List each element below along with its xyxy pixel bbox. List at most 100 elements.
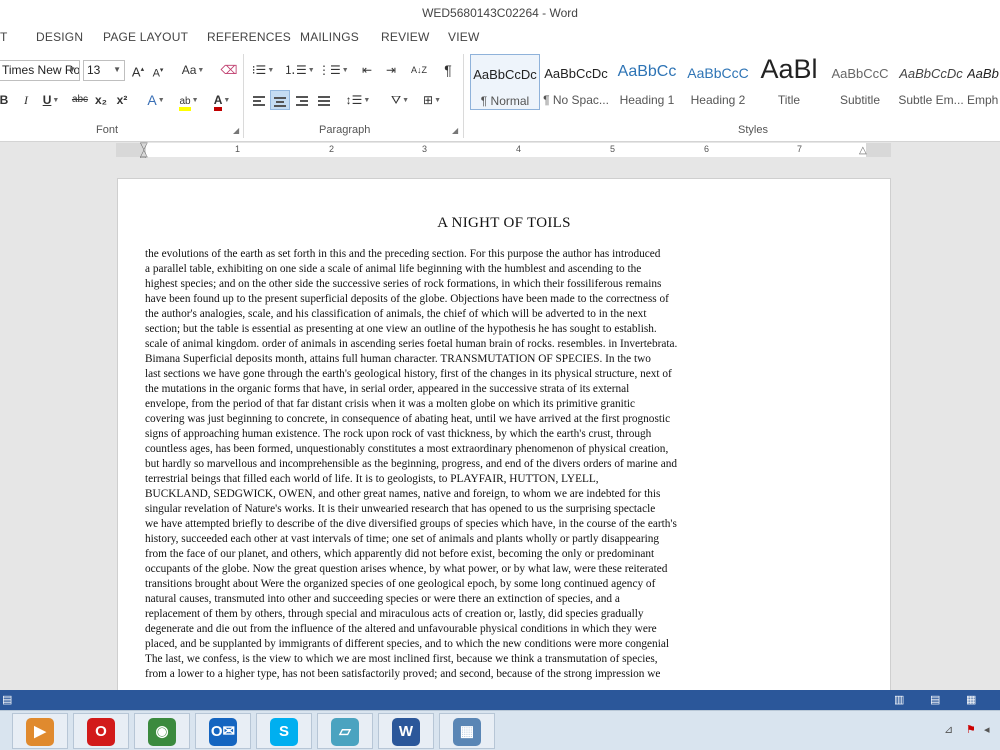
document-line: singular revelation of Nature's works. I… xyxy=(145,503,656,515)
borders-button[interactable]: ⊞▼ xyxy=(418,90,446,110)
shading-button[interactable]: ⛛▼ xyxy=(386,90,414,110)
document-body[interactable]: the evolutions of the earth as set forth… xyxy=(145,247,745,682)
window-title: WED5680143C02264 - Word xyxy=(422,6,578,20)
line-spacing-icon: ↕☰ xyxy=(345,93,363,107)
group-divider xyxy=(243,54,244,138)
style-title[interactable]: AaBl Title xyxy=(754,54,824,110)
chevron-down-icon: ▼ xyxy=(68,65,76,74)
paragraph-dialog-launcher-icon[interactable]: ◢ xyxy=(452,126,458,135)
multilevel-list-button[interactable]: ⋮☰▼ xyxy=(318,60,349,80)
document-line: occupants of the globe. Now the great qu… xyxy=(145,563,668,575)
network-icon[interactable]: ⊿ xyxy=(944,723,953,737)
taskbar-app-opera[interactable]: O xyxy=(73,713,129,749)
italic-button[interactable]: I xyxy=(20,90,32,110)
style-preview: AaBbCcDc xyxy=(544,66,608,81)
security-alert-icon[interactable]: ⚑ xyxy=(966,723,976,737)
increase-indent-icon: ⇥ xyxy=(385,63,397,77)
document-area[interactable]: A NIGHT OF TOILS the evolutions of the e… xyxy=(0,158,1000,690)
taskbar-app-photos[interactable]: ▦ xyxy=(439,713,495,749)
document-line: but hardly so marvellous and incomprehen… xyxy=(145,458,678,470)
bullets-button[interactable]: ⁝☰▼ xyxy=(250,60,276,80)
align-left-button[interactable] xyxy=(250,90,268,110)
font-color-button[interactable]: A▼ xyxy=(208,90,236,111)
horizontal-ruler[interactable]: ▽△□ 1 2 3 4 5 6 7 △ xyxy=(116,142,891,166)
tab-review[interactable]: REVIEW xyxy=(381,30,430,44)
font-size-value: 13 xyxy=(87,63,101,77)
document-line: have been found up to the present superf… xyxy=(145,293,669,305)
ruler-number: 3 xyxy=(422,144,428,154)
document-line: terrestrial beings that filled each worl… xyxy=(145,473,599,485)
taskbar-app-chrome[interactable]: ◉ xyxy=(134,713,190,749)
bold-button[interactable]: B xyxy=(0,90,10,110)
document-page[interactable]: A NIGHT OF TOILS the evolutions of the e… xyxy=(117,178,891,690)
tab-view[interactable]: VIEW xyxy=(448,30,479,44)
ruler-number: 2 xyxy=(329,144,335,154)
tab-mailings[interactable]: MAILINGS xyxy=(300,30,359,44)
align-left-icon xyxy=(253,94,265,108)
taskbar-app-skype[interactable]: S xyxy=(256,713,312,749)
numbering-button[interactable]: ⒈☰▼ xyxy=(284,60,315,80)
justify-button[interactable] xyxy=(315,90,333,110)
underline-button[interactable]: U▼ xyxy=(38,90,64,110)
style-heading-2[interactable]: AaBbCcC Heading 2 xyxy=(683,54,753,110)
taskbar-app-media[interactable]: ▶ xyxy=(12,713,68,749)
chevron-down-icon: ▼ xyxy=(113,65,121,74)
strikethrough-button[interactable]: abc xyxy=(69,90,91,110)
tab-insert[interactable]: T xyxy=(0,30,8,44)
taskbar-app-outlook[interactable]: O✉ xyxy=(195,713,251,749)
align-center-icon xyxy=(274,95,286,109)
subscript-button[interactable]: x₂ xyxy=(93,90,109,110)
grow-font-button[interactable]: A▴ xyxy=(130,60,146,80)
taskbar-app-notes[interactable]: ▱ xyxy=(317,713,373,749)
tab-page-layout[interactable]: PAGE LAYOUT xyxy=(103,30,188,44)
sort-button[interactable]: A↓Z xyxy=(409,60,429,80)
text-effects-button[interactable]: A▼ xyxy=(143,90,169,110)
superscript-button[interactable]: x² xyxy=(114,90,130,110)
decrease-indent-button[interactable]: ⇤ xyxy=(357,60,377,80)
chrome-icon: ◉ xyxy=(148,718,176,746)
change-case-button[interactable]: Aa▼ xyxy=(178,60,208,80)
document-line: from the face of our planet, and others,… xyxy=(145,548,655,560)
print-layout-icon[interactable]: ▤ xyxy=(930,693,940,707)
show-hide-button[interactable]: ¶ xyxy=(440,60,456,80)
line-spacing-button[interactable]: ↕☰▼ xyxy=(344,90,372,110)
ruler-text-area xyxy=(146,143,866,157)
volume-icon[interactable]: ◂ xyxy=(984,723,990,737)
proofing-icon[interactable]: ▤ xyxy=(2,693,12,707)
increase-indent-button[interactable]: ⇥ xyxy=(381,60,401,80)
clear-formatting-button[interactable]: ⌫ xyxy=(220,60,238,80)
sort-icon: A↓Z xyxy=(410,65,427,75)
style-preview: AaBbCcC xyxy=(831,66,889,81)
style-preview: AaBbCcDc xyxy=(473,67,537,82)
style-preview: AaBbCcDc xyxy=(899,66,963,81)
document-line: countless ages, has been formed, unquest… xyxy=(145,443,669,455)
read-mode-icon[interactable]: ▥ xyxy=(894,693,904,707)
status-bar: ▤ ▥ ▤ ▦ xyxy=(0,690,1000,710)
align-right-icon xyxy=(296,94,308,108)
multilevel-list-icon: ⋮☰ xyxy=(318,63,341,77)
right-indent-marker-icon[interactable]: △ xyxy=(859,145,867,156)
align-right-button[interactable] xyxy=(293,90,311,110)
shrink-font-button[interactable]: A▾ xyxy=(151,61,165,81)
align-center-button[interactable] xyxy=(270,90,290,110)
document-line: the mutations in the organic forms that … xyxy=(145,383,630,395)
tab-references[interactable]: REFERENCES xyxy=(207,30,291,44)
document-line: natural causes, transmuted into other an… xyxy=(145,593,620,605)
taskbar-app-word[interactable]: W xyxy=(378,713,434,749)
styles-gallery: AaBbCcDc ¶ Normal AaBbCcDc ¶ No Spac... … xyxy=(470,54,1000,118)
style-subtle-emphasis[interactable]: AaBbCcDc Subtle Em... xyxy=(896,54,966,110)
font-dialog-launcher-icon[interactable]: ◢ xyxy=(233,126,239,135)
web-layout-icon[interactable]: ▦ xyxy=(966,693,976,707)
style-heading-1[interactable]: AaBbCc Heading 1 xyxy=(612,54,682,110)
style-name: Heading 1 xyxy=(619,93,675,107)
highlight-button[interactable]: ab▼ xyxy=(174,90,204,111)
style-subtitle[interactable]: AaBbCcC Subtitle xyxy=(825,54,895,110)
photos-icon: ▦ xyxy=(453,718,481,746)
font-size-combo[interactable]: 13 ▼ xyxy=(83,60,125,81)
style-normal[interactable]: AaBbCcDc ¶ Normal xyxy=(470,54,540,110)
tab-design[interactable]: DESIGN xyxy=(36,30,83,44)
style-emphasis[interactable]: AaBb Emph xyxy=(967,54,1000,110)
font-name-combo[interactable]: Times New Ro ▼ xyxy=(0,60,80,81)
ribbon: Times New Ro ▼ 13 ▼ A▴ A▾ Aa▼ ⌫ B I U▼ a… xyxy=(0,48,1000,142)
style-no-spacing[interactable]: AaBbCcDc ¶ No Spac... xyxy=(541,54,611,110)
